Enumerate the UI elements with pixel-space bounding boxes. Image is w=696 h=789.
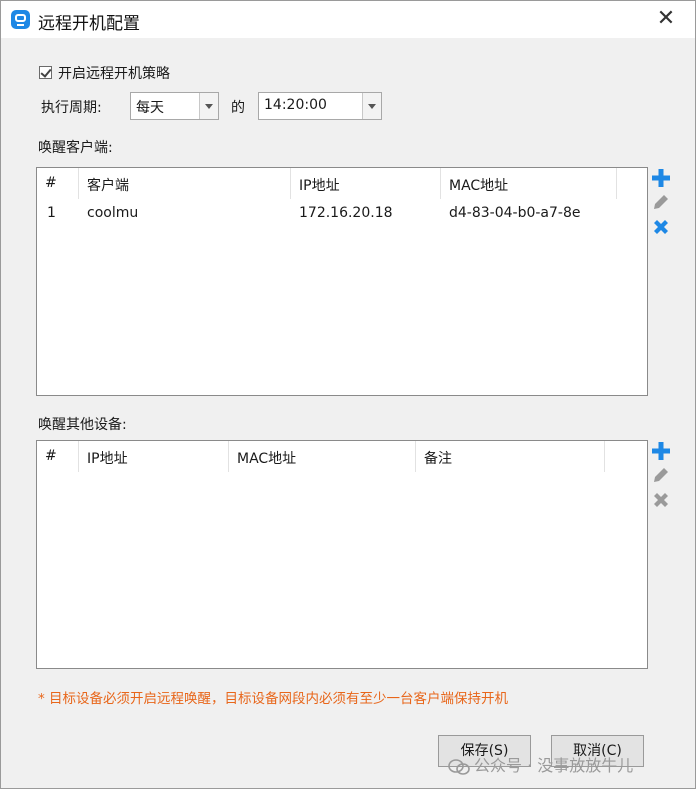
chevron-down-icon[interactable] bbox=[362, 93, 381, 119]
column-header[interactable]: # bbox=[37, 441, 79, 472]
title-bar: 远程开机配置 ✕ bbox=[1, 1, 695, 38]
watermark-text: 公众号 · 没事放放牛儿 bbox=[474, 756, 634, 775]
wechat-logo-icon bbox=[448, 758, 470, 775]
time-select-value: 14:20:00 bbox=[264, 97, 327, 113]
enable-policy-label[interactable]: 开启远程开机策略 bbox=[58, 63, 170, 83]
close-button[interactable]: ✕ bbox=[649, 4, 683, 34]
edit-device-pencil-icon[interactable] bbox=[651, 465, 671, 485]
requirement-note: * 目标设备必须开启远程唤醒，目标设备网段内必须有至少一台客户端保持开机 bbox=[38, 691, 509, 707]
column-header[interactable]: # bbox=[37, 168, 79, 199]
column-header[interactable]: 备注 bbox=[416, 441, 605, 472]
remote-boot-dialog: 远程开机配置 ✕ 开启远程开机策略 执行周期: 每天 的 14:20:00 唤醒… bbox=[0, 0, 696, 789]
edit-client-pencil-icon[interactable] bbox=[651, 192, 671, 212]
cycle-label: 执行周期: bbox=[41, 100, 102, 116]
column-header[interactable]: MAC地址 bbox=[229, 441, 416, 472]
time-select[interactable]: 14:20:00 bbox=[258, 92, 382, 120]
client-ip: 172.16.20.18 bbox=[299, 205, 393, 221]
row-index: 1 bbox=[47, 205, 56, 221]
delete-client-x-icon[interactable] bbox=[651, 217, 671, 237]
cycle-select[interactable]: 每天 bbox=[130, 92, 219, 120]
add-client-plus-icon[interactable] bbox=[651, 168, 671, 188]
clients-section-label: 唤醒客户端: bbox=[38, 140, 113, 156]
client-mac: d4-83-04-b0-a7-8e bbox=[449, 205, 581, 221]
clients-list[interactable]: # 客户端 IP地址 MAC地址 1 coolmu 172.16.20.18 d… bbox=[36, 167, 648, 396]
column-header[interactable]: MAC地址 bbox=[441, 168, 617, 199]
chevron-down-icon[interactable] bbox=[199, 93, 218, 119]
app-monitor-icon bbox=[11, 10, 30, 29]
at-label: 的 bbox=[231, 100, 245, 116]
watermark: 公众号 · 没事放放牛儿 bbox=[448, 752, 633, 776]
add-device-plus-icon[interactable] bbox=[651, 441, 671, 461]
column-header[interactable]: IP地址 bbox=[79, 441, 229, 472]
column-header[interactable]: 客户端 bbox=[79, 168, 291, 199]
column-header[interactable]: IP地址 bbox=[291, 168, 441, 199]
devices-list[interactable]: # IP地址 MAC地址 备注 bbox=[36, 440, 648, 669]
enable-policy-checkbox[interactable] bbox=[39, 66, 52, 79]
devices-section-label: 唤醒其他设备: bbox=[38, 417, 127, 433]
client-name: coolmu bbox=[87, 205, 139, 221]
delete-device-x-icon[interactable] bbox=[651, 490, 671, 510]
dialog-title: 远程开机配置 bbox=[38, 14, 140, 34]
cycle-select-value: 每天 bbox=[136, 100, 164, 116]
